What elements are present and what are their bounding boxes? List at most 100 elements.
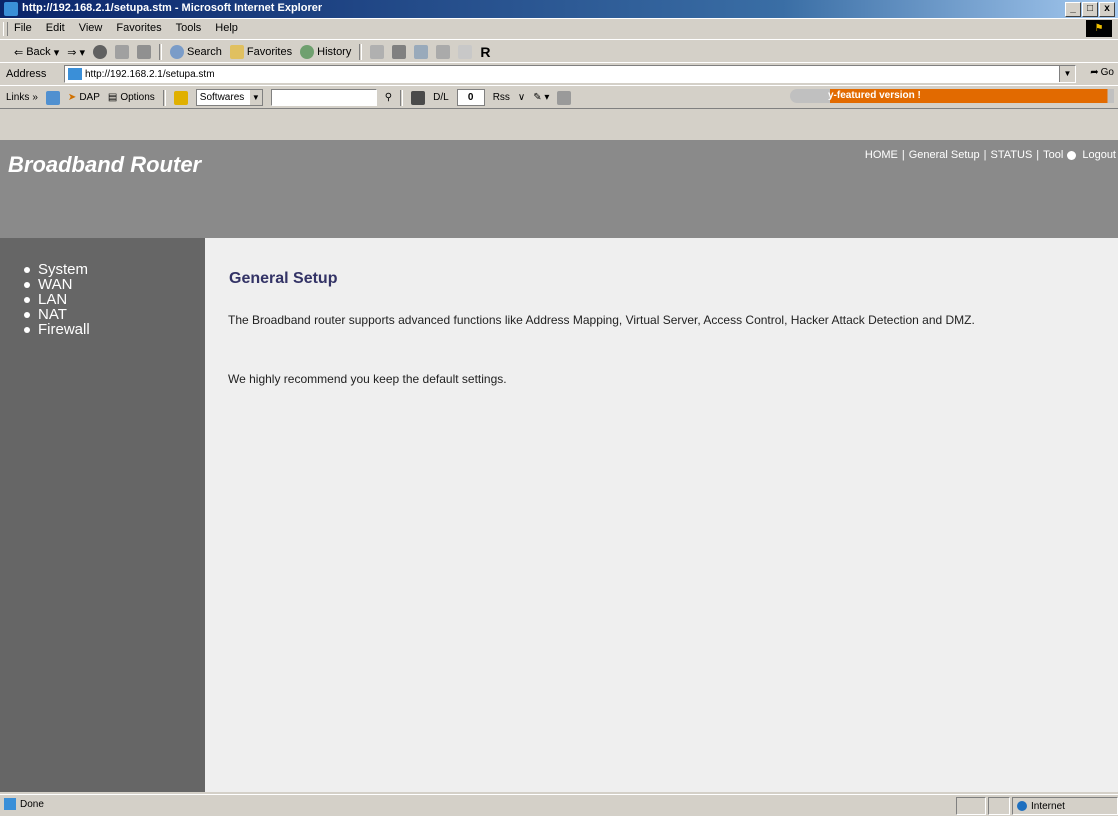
dap-button[interactable]: ➤ DAP <box>68 92 100 103</box>
refresh-icon[interactable] <box>115 45 130 59</box>
magnifier-icon: ⚲ <box>384 92 393 103</box>
promo-banner[interactable]: y-featured version ! <box>790 89 1114 103</box>
sidebar: System WAN LAN NAT Firewall <box>0 238 205 792</box>
separator <box>159 44 163 60</box>
forward-button[interactable]: ⇒ ▾ <box>67 46 85 59</box>
double-chevron-icon: » <box>32 92 38 103</box>
maximize-button[interactable]: □ <box>1082 2 1098 17</box>
dap-grid-icon[interactable] <box>411 90 426 105</box>
favorites-icon <box>229 45 244 59</box>
status-pane <box>988 797 1010 815</box>
software-icon <box>173 90 188 105</box>
address-url[interactable]: http://192.168.2.1/setupa.stm <box>85 69 215 80</box>
sidebar-item-firewall[interactable]: Firewall <box>24 322 90 337</box>
history-icon <box>300 45 315 59</box>
bullet-icon <box>24 281 30 288</box>
page-title: General Setup <box>229 270 338 287</box>
sidebar-item-wan[interactable]: WAN <box>24 277 90 292</box>
separator <box>400 89 404 106</box>
bullet-icon <box>24 296 30 303</box>
chevron-down-icon: ▼ <box>249 90 262 105</box>
stop-icon[interactable] <box>93 45 108 59</box>
print-icon[interactable] <box>392 45 407 59</box>
address-bar: Address http://192.168.2.1/setupa.stm ▼ … <box>0 62 1118 86</box>
menu-bar: File Edit View Favorites Tools Help ⚑ <box>0 18 1118 40</box>
softwares-select[interactable]: Softwares ▼ <box>195 89 263 106</box>
description-text: The Broadband router supports advanced f… <box>228 313 975 327</box>
globe-icon <box>1017 801 1027 811</box>
nav-home[interactable]: HOME <box>865 149 898 161</box>
address-field[interactable]: http://192.168.2.1/setupa.stm ▼ <box>64 65 1076 83</box>
lightning-icon: ➤ <box>67 92 77 103</box>
separator <box>162 89 166 106</box>
bullet-icon <box>24 326 30 333</box>
sidebar-item-lan[interactable]: LAN <box>24 292 90 307</box>
research-icon[interactable]: R <box>480 44 490 60</box>
address-dropdown-button[interactable]: ▼ <box>1059 66 1075 82</box>
dl-label: D/L <box>433 92 449 103</box>
logout-icon <box>1067 150 1077 160</box>
menu-file[interactable]: File <box>14 22 32 34</box>
page-done-icon <box>4 798 16 810</box>
status-bar: Done Internet <box>0 794 1118 816</box>
messenger-icon[interactable] <box>458 45 473 59</box>
nav-general-setup[interactable]: General Setup <box>909 149 980 161</box>
main-content: General Setup The Broadband router suppo… <box>205 238 1118 792</box>
back-button[interactable]: ⇐ Back ▾ <box>14 46 59 59</box>
security-zone: Internet <box>1012 797 1118 815</box>
windows-logo-icon: ⚑ <box>1086 20 1112 37</box>
address-label: Address <box>6 68 47 80</box>
options-icon: ▤ <box>107 92 118 103</box>
go-arrow-icon: ➦ <box>1090 67 1099 78</box>
menu-tools[interactable]: Tools <box>176 22 202 34</box>
bullet-icon <box>24 311 30 318</box>
toolbar-grip[interactable] <box>3 22 8 36</box>
options-button[interactable]: ▤ Options <box>108 92 155 103</box>
menu-help[interactable]: Help <box>215 22 238 34</box>
ie-icon <box>4 2 18 16</box>
links-bar: Links » ➤ DAP ▤ Options Softwares ▼ ⚲ D/… <box>0 85 1118 109</box>
brand-title: Broadband Router <box>8 152 202 177</box>
home-icon[interactable] <box>137 45 152 59</box>
history-button[interactable]: History <box>300 45 351 59</box>
nav-tool[interactable]: Tool <box>1043 149 1063 161</box>
menu-favorites[interactable]: Favorites <box>116 22 161 34</box>
window-controls: _ □ x <box>1065 2 1115 17</box>
nav-logout[interactable]: Logout <box>1082 149 1116 161</box>
nav-status[interactable]: STATUS <box>991 149 1033 161</box>
menu-edit[interactable]: Edit <box>46 22 65 34</box>
rss-icon[interactable]: Rss <box>493 92 510 103</box>
status-pane <box>956 797 986 815</box>
highlight-icon[interactable]: ✎ ▾ <box>533 92 549 103</box>
sidebar-item-nat[interactable]: NAT <box>24 307 90 322</box>
top-navigation: HOME | General Setup | STATUS | Tool Log… <box>864 149 1116 161</box>
search-text-input[interactable] <box>270 89 377 106</box>
menu-view[interactable]: View <box>79 22 103 34</box>
sidebar-item-system[interactable]: System <box>24 262 90 277</box>
bullet-icon <box>24 266 30 273</box>
search-icon <box>170 45 185 59</box>
dl-count: 0 <box>456 89 485 106</box>
separator <box>359 44 363 60</box>
minimize-button[interactable]: _ <box>1065 2 1081 17</box>
mail-icon[interactable] <box>370 45 385 59</box>
dap-logo-icon[interactable] <box>45 90 60 105</box>
expand-icon[interactable]: ∨ <box>518 92 525 103</box>
close-button[interactable]: x <box>1099 2 1115 17</box>
discuss-icon[interactable] <box>436 45 451 59</box>
find-button[interactable]: ⚲ <box>385 92 392 103</box>
print-small-icon[interactable] <box>557 90 572 105</box>
search-button[interactable]: Search <box>170 45 222 59</box>
links-label[interactable]: Links » <box>6 92 38 103</box>
window-title-bar: http://192.168.2.1/setupa.stm - Microsof… <box>0 0 1118 18</box>
favorites-button[interactable]: Favorites <box>229 45 292 59</box>
go-button[interactable]: ➦ Go <box>1090 67 1114 78</box>
router-header: Broadband Router HOME | General Setup | … <box>0 140 1118 238</box>
chevron-down-icon: ▾ <box>53 46 60 59</box>
recommendation-text: We highly recommend you keep the default… <box>228 372 507 386</box>
back-arrow-icon: ⇐ <box>14 46 24 59</box>
status-text: Done <box>20 798 44 810</box>
standard-toolbar: ⇐ Back ▾ ⇒ ▾ Search Favorites History R <box>0 39 1118 63</box>
page-icon <box>68 68 82 80</box>
edit-icon[interactable] <box>414 45 429 59</box>
